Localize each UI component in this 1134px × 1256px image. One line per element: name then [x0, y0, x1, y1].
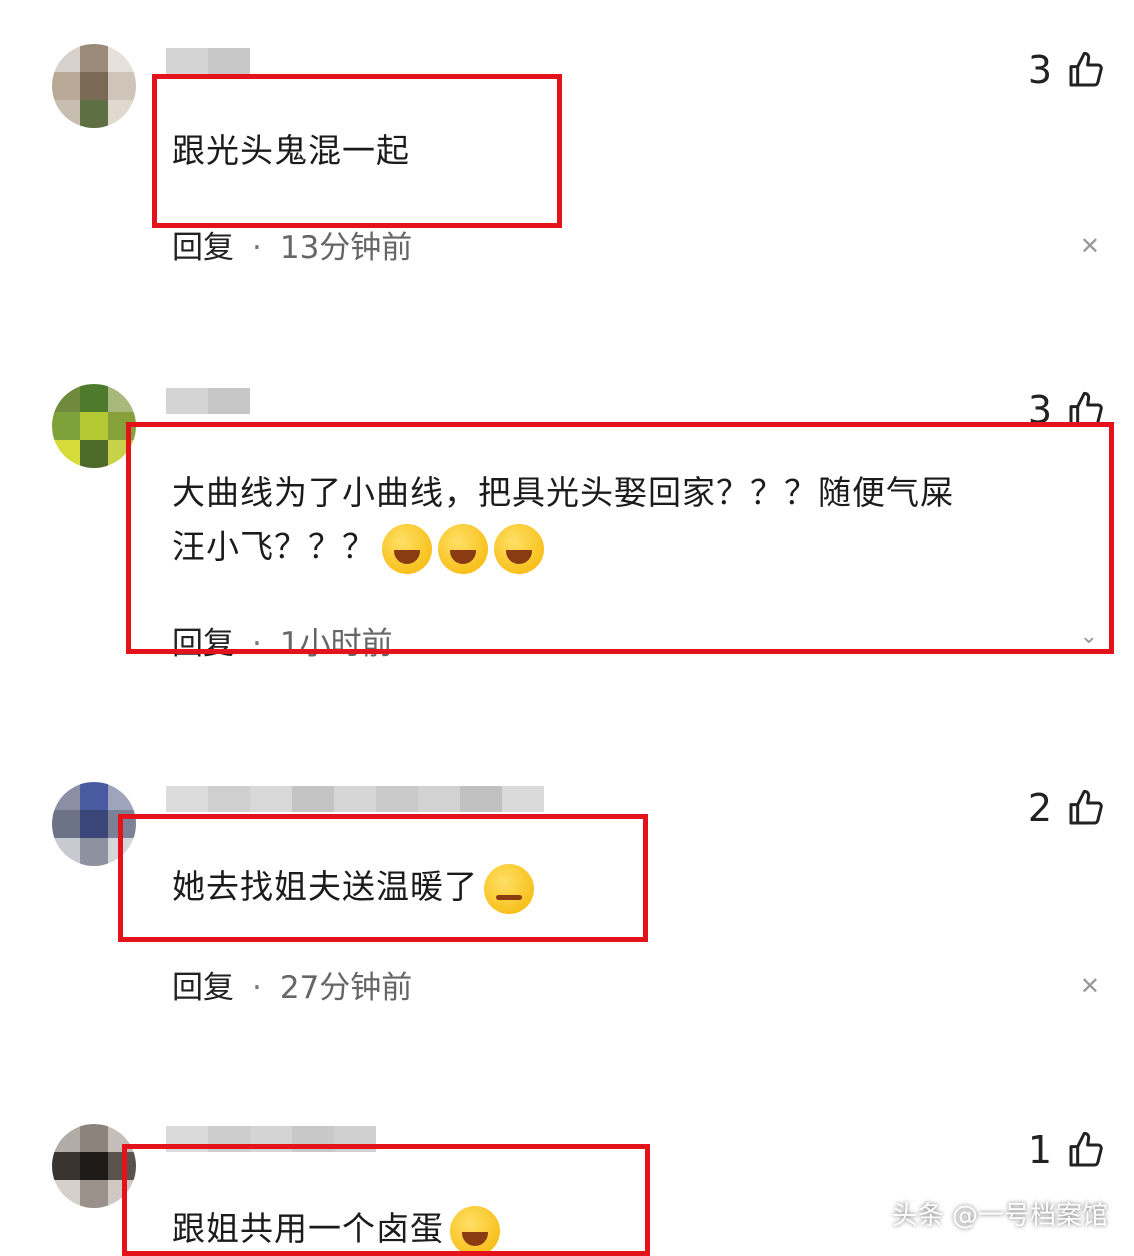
thumbs-up-icon — [1069, 1131, 1103, 1167]
comment-text: 跟姐共用一个卤蛋 — [172, 1202, 500, 1256]
avatar[interactable] — [52, 1124, 136, 1208]
like-button[interactable]: 1 — [1028, 1128, 1106, 1172]
watermark: 头条 @一号档案馆 — [891, 1201, 1108, 1231]
comment-item: 跟姐共用一个卤蛋 1 — [0, 0, 1134, 1256]
grin-emoji — [450, 1205, 500, 1256]
username[interactable] — [166, 1126, 376, 1152]
like-count: 1 — [1027, 1128, 1052, 1172]
